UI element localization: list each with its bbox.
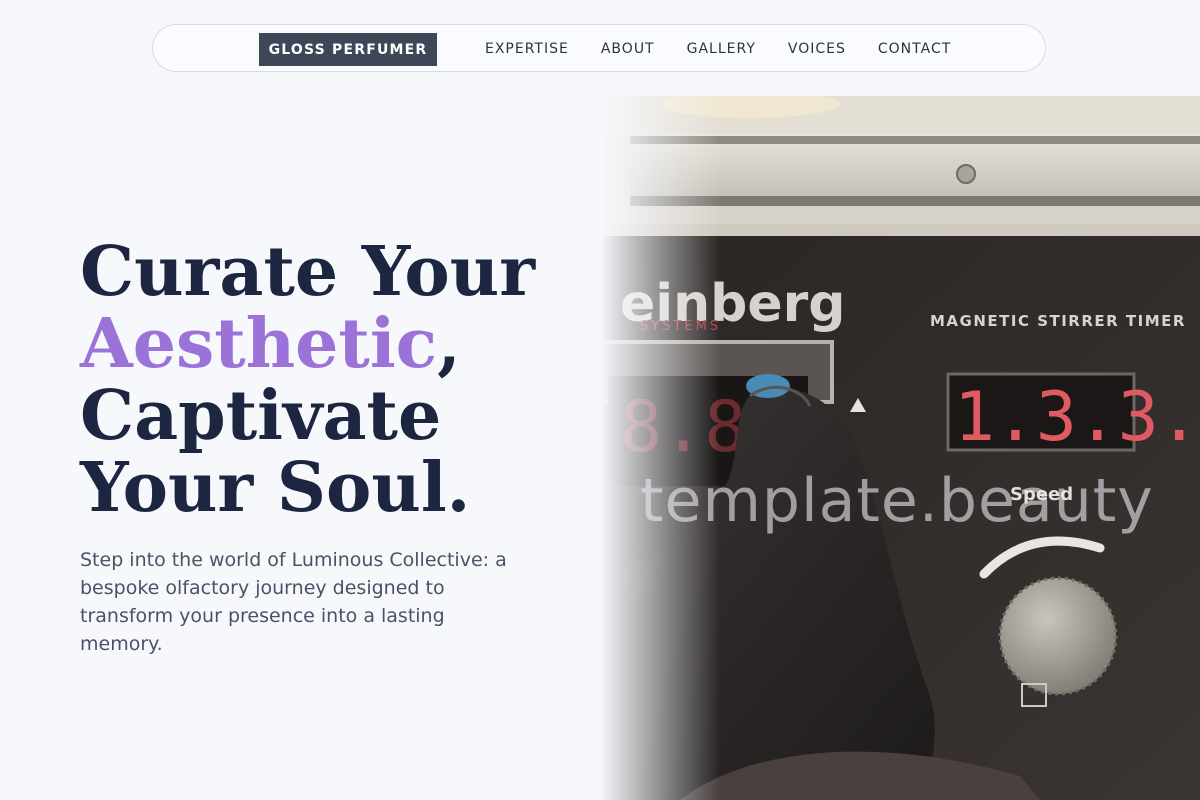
speed-label-text: Speed (1010, 484, 1073, 505)
left-display-digits: 8.8 (620, 386, 746, 468)
right-display-digits: 1.3.3.6 (954, 378, 1200, 457)
device-label-text: MAGNETIC STIRRER TIMER (930, 312, 1186, 330)
hero-headline: Curate Your Aesthetic, Captivate Your So… (80, 236, 535, 524)
nav-link-voices[interactable]: VOICES (788, 41, 846, 57)
headline-accent-word: Aesthetic (80, 304, 438, 384)
headline-comma: , (437, 304, 461, 384)
nav-links: EXPERTISE ABOUT GALLERY VOICES CONTACT (485, 25, 951, 73)
nav-link-gallery[interactable]: GALLERY (687, 41, 756, 57)
headline-line-1: Curate Your (80, 232, 536, 312)
hero-subtitle: Step into the world of Luminous Collecti… (80, 549, 507, 655)
magnetic-stirrer-illustration: einberg SYSTEMS 8.8 MAGNETIC STIRRER TIM… (600, 96, 1200, 800)
headline-line-4: Your Soul. (80, 448, 471, 528)
nav-link-about[interactable]: ABOUT (601, 41, 655, 57)
brand-logo-button[interactable]: GLOSS PERFUMER (259, 33, 437, 66)
nav-link-contact[interactable]: CONTACT (878, 41, 951, 57)
headline-line-2: Aesthetic, (80, 308, 535, 380)
hero-image: einberg SYSTEMS 8.8 MAGNETIC STIRRER TIM… (600, 96, 1200, 800)
top-nav: GLOSS PERFUMER EXPERTISE ABOUT GALLERY V… (152, 24, 1046, 72)
device-sub-text: SYSTEMS (640, 319, 721, 334)
nav-link-expertise[interactable]: EXPERTISE (485, 41, 569, 57)
headline-line-3: Captivate (80, 376, 442, 456)
